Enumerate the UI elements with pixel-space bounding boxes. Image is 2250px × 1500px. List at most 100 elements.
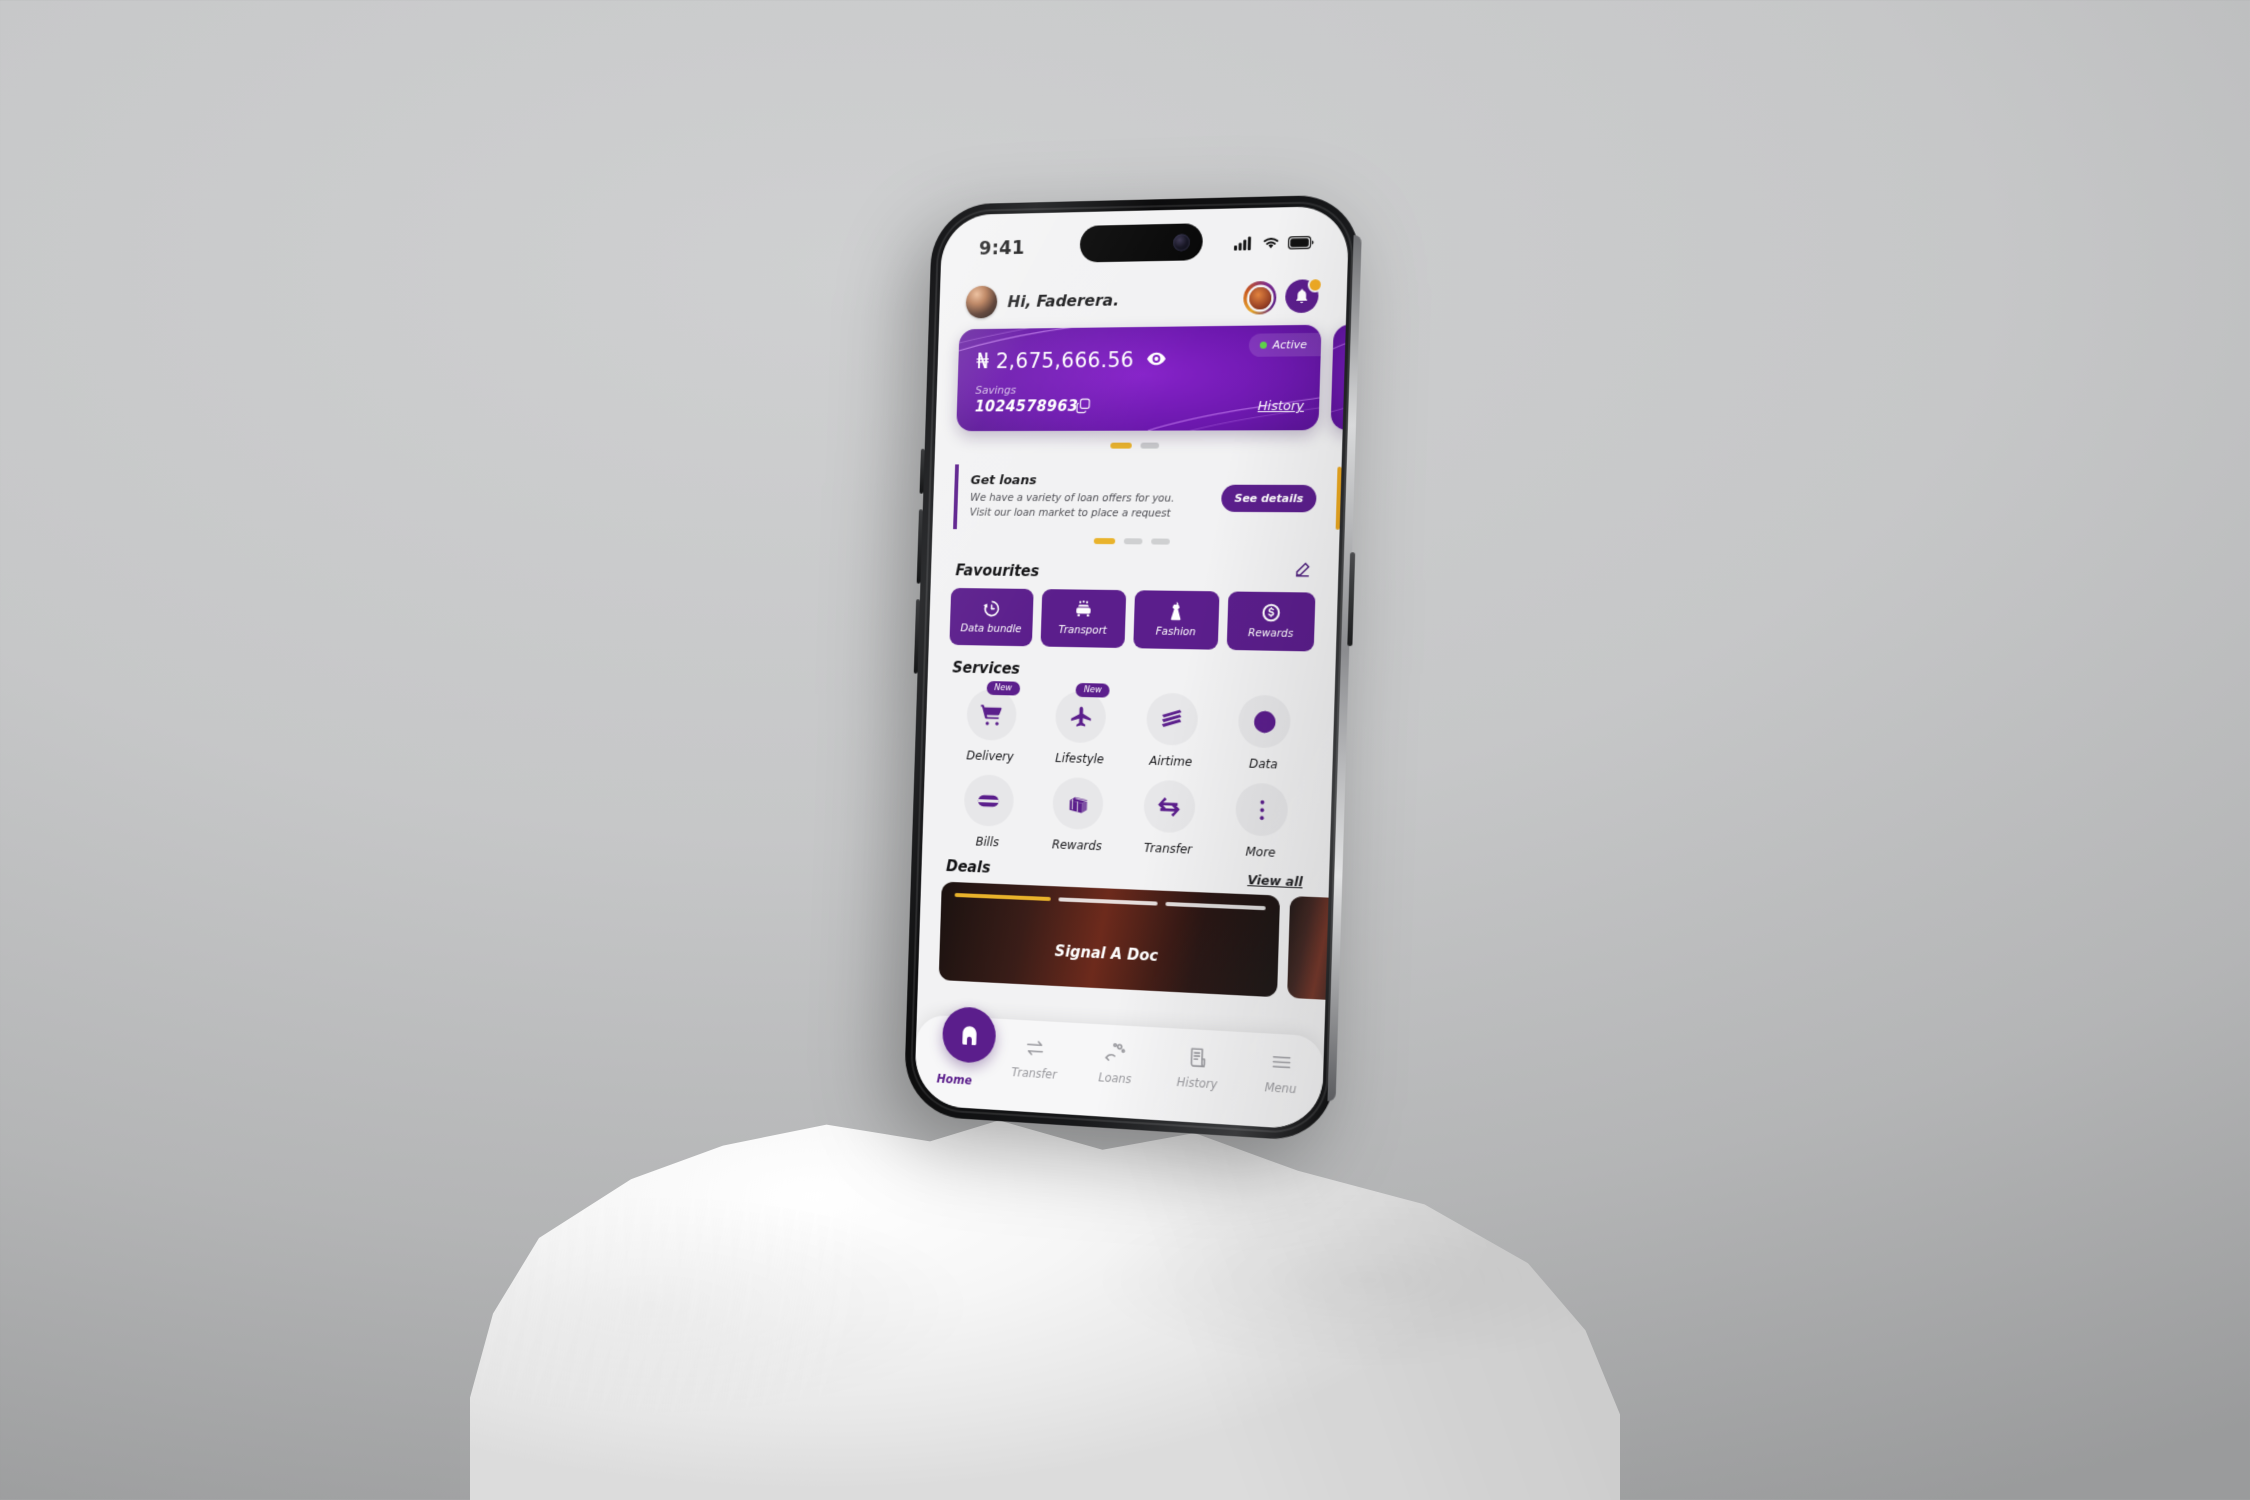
balance-card-next[interactable] xyxy=(1330,323,1350,431)
deal-progress-active[interactable] xyxy=(954,892,1052,902)
view-all-link[interactable]: View all xyxy=(1247,872,1303,889)
transfer-arrows-icon xyxy=(1158,796,1181,817)
bottom-navigation: Home Transfer Loans History Menu xyxy=(913,1005,1325,1131)
shopping-cart-icon xyxy=(980,704,1002,726)
airplane-icon xyxy=(1070,705,1092,727)
status-time: 9:41 xyxy=(978,237,1025,260)
nav-item-transfer[interactable]: Transfer xyxy=(994,1034,1076,1082)
loans-dot[interactable] xyxy=(1151,538,1170,545)
service-bills[interactable]: Bills xyxy=(943,766,1034,851)
service-icon-wrap xyxy=(1145,692,1199,746)
loans-banner[interactable]: Get loans We have a variety of loan offe… xyxy=(953,464,1318,532)
transfer-arrows-icon xyxy=(1024,1036,1047,1060)
loans-banner-next[interactable] xyxy=(1335,466,1342,530)
balance-carousel[interactable]: ₦ 2,675,666.56 Savings 1024578963 Active… xyxy=(956,323,1350,437)
volume-up-button[interactable] xyxy=(916,509,923,584)
balance-amount-row: ₦ 2,675,666.56 xyxy=(975,348,1166,374)
balance-amount: ₦ 2,675,666.56 xyxy=(975,348,1135,374)
card-decoration-next xyxy=(1331,323,1350,430)
status-icons xyxy=(1233,235,1314,251)
service-label: More xyxy=(1245,844,1276,860)
signal-waves-icon xyxy=(1162,708,1182,727)
service-icon-wrap xyxy=(1237,694,1292,749)
see-details-button[interactable]: See details xyxy=(1221,484,1317,512)
volume-down-button[interactable] xyxy=(913,599,920,674)
service-airtime[interactable]: Airtime xyxy=(1125,684,1219,770)
home-fab[interactable] xyxy=(941,1005,997,1065)
balance-card[interactable]: ₦ 2,675,666.56 Savings 1024578963 Active… xyxy=(956,324,1322,432)
receipt-icon xyxy=(1186,1045,1209,1070)
favourites-row: Data bundle Transport Fashion Rewards xyxy=(949,587,1316,652)
deals-title: Deals xyxy=(945,857,991,877)
copy-icon[interactable] xyxy=(1075,397,1092,418)
greeting-group: Hi, Faderera. xyxy=(965,284,1119,319)
deal-card-next[interactable] xyxy=(1287,896,1350,1002)
service-label: Delivery xyxy=(966,748,1014,764)
status-dot-icon xyxy=(1259,341,1267,349)
favourite-data-bundle[interactable]: Data bundle xyxy=(949,587,1034,647)
deal-progress[interactable] xyxy=(954,892,1266,911)
home-icon xyxy=(961,1025,977,1045)
status-bar: 9:41 xyxy=(941,206,1350,270)
mute-switch[interactable] xyxy=(919,448,925,494)
status-text: Active xyxy=(1272,338,1308,352)
avatar[interactable] xyxy=(965,285,998,319)
service-transfer[interactable]: Transfer xyxy=(1122,771,1216,857)
account-number: 1024578963 xyxy=(974,397,1079,416)
header-row: Hi, Faderera. xyxy=(965,279,1321,319)
deals-carousel[interactable]: Signal A Doc xyxy=(938,881,1350,1009)
globe-icon xyxy=(1252,709,1278,735)
nav-item-history[interactable]: History xyxy=(1156,1044,1240,1093)
favourite-label: Data bundle xyxy=(960,621,1022,635)
dress-icon xyxy=(1171,601,1182,620)
favourite-transport[interactable]: Transport xyxy=(1040,589,1126,649)
eye-icon[interactable] xyxy=(1146,350,1166,369)
history-link[interactable]: History xyxy=(1258,399,1305,414)
account-label: Savings xyxy=(975,383,1017,397)
dynamic-island xyxy=(1079,223,1204,263)
service-label: Rewards xyxy=(1051,837,1103,854)
service-rewards[interactable]: Rewards xyxy=(1032,768,1125,854)
pencil-edit-icon[interactable] xyxy=(1293,560,1313,584)
scene: 9:41 Hi, Faderera. ₦ 2,675,666.56 Saving… xyxy=(0,0,2250,1500)
service-data[interactable]: Data xyxy=(1217,686,1313,772)
power-button[interactable] xyxy=(1347,552,1356,647)
loans-pagination[interactable] xyxy=(953,537,1317,546)
pagination-dot[interactable] xyxy=(1140,442,1160,449)
service-lifestyle[interactable]: New Lifestyle xyxy=(1034,682,1127,767)
favourite-rewards[interactable]: Rewards xyxy=(1226,591,1316,652)
wifi-icon xyxy=(1262,236,1280,249)
nav-item-home[interactable]: Home xyxy=(915,1005,997,1089)
loans-title: Get loans xyxy=(970,473,1037,489)
deal-card[interactable]: Signal A Doc xyxy=(938,881,1281,998)
nav-label: Menu xyxy=(1264,1080,1297,1097)
service-delivery[interactable]: New Delivery xyxy=(946,680,1037,764)
services-title: Services xyxy=(952,658,1021,678)
hamburger-menu-icon xyxy=(1269,1050,1293,1075)
service-icon-wrap xyxy=(1052,776,1105,831)
pagination-dot-active[interactable] xyxy=(1110,442,1132,449)
nav-label: Transfer xyxy=(1011,1065,1057,1082)
hand-coins-icon xyxy=(1105,1041,1127,1061)
loans-dot[interactable] xyxy=(1123,538,1143,545)
deal-progress-bar[interactable] xyxy=(1058,897,1158,906)
favourite-fashion[interactable]: Fashion xyxy=(1132,590,1220,650)
favourite-label: Transport xyxy=(1058,623,1107,637)
service-icon-wrap xyxy=(965,688,1017,741)
clock-history-icon xyxy=(982,600,1000,617)
phone-frame: 9:41 Hi, Faderera. ₦ 2,675,666.56 Saving… xyxy=(903,194,1361,1143)
deal-progress-bar[interactable] xyxy=(1165,901,1266,911)
services-header: Services xyxy=(952,659,1309,684)
nav-item-menu[interactable]: Menu xyxy=(1238,1048,1323,1098)
story-ring-icon[interactable] xyxy=(1242,280,1277,315)
service-icon-wrap xyxy=(963,774,1015,828)
notification-badge xyxy=(1309,279,1321,291)
balance-pagination[interactable] xyxy=(956,442,1320,449)
nav-item-loans[interactable]: Loans xyxy=(1074,1039,1157,1088)
loans-carousel[interactable]: Get loans We have a variety of loan offe… xyxy=(953,464,1342,537)
service-more[interactable]: More xyxy=(1214,774,1310,861)
notification-button[interactable] xyxy=(1284,279,1321,315)
phone-screen: 9:41 Hi, Faderera. ₦ 2,675,666.56 Saving… xyxy=(913,205,1350,1131)
phone-mockup: 9:41 Hi, Faderera. ₦ 2,675,666.56 Saving… xyxy=(903,194,1361,1143)
loans-dot-active[interactable] xyxy=(1093,538,1116,545)
